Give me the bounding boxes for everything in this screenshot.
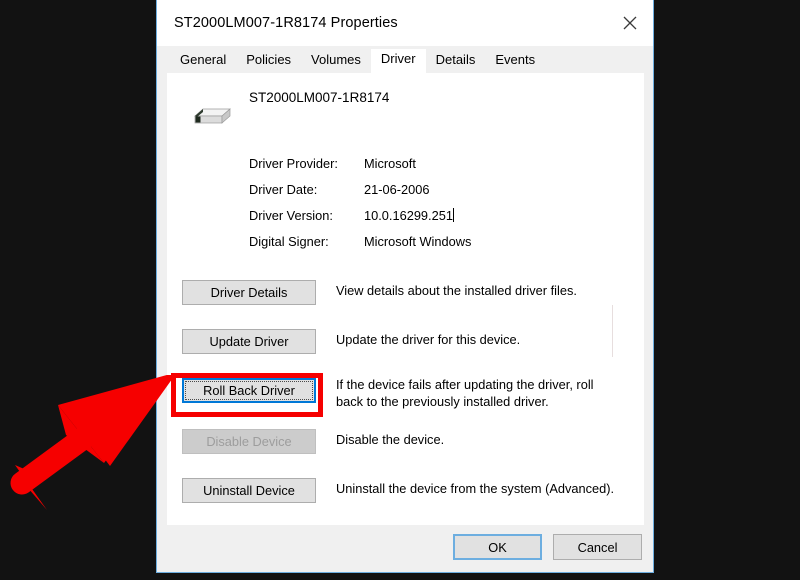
digital-signer-label: Digital Signer: (249, 233, 329, 249)
driver-info-table: Driver Provider: Microsoft Driver Date: … (249, 150, 609, 254)
screenshot-root: ST2000LM007-1R8174 Properties General Po… (0, 0, 800, 580)
tab-policies[interactable]: Policies (236, 48, 301, 73)
info-row-driver-date: Driver Date: 21-06-2006 (249, 176, 609, 202)
driver-date-label: Driver Date: (249, 181, 318, 197)
driver-tab-panel: ST2000LM007-1R8174 Driver Provider: Micr… (167, 73, 644, 525)
info-row-driver-version: Driver Version: 10.0.16299.251 (249, 202, 609, 228)
driver-date-value: 21-06-2006 (364, 181, 430, 197)
disk-drive-icon (194, 108, 231, 124)
uninstall-device-description: Uninstall the device from the system (Ad… (336, 481, 615, 496)
ok-button[interactable]: OK (453, 534, 542, 560)
update-driver-button[interactable]: Update Driver (182, 329, 316, 354)
device-name-label: ST2000LM007-1R8174 (249, 90, 390, 105)
text-caret (452, 208, 454, 222)
disable-device-button: Disable Device (182, 429, 316, 454)
driver-actions: Driver Details View details about the in… (167, 277, 644, 524)
driver-version-value: 10.0.16299.251 (364, 207, 453, 223)
action-row-driver-details: Driver Details View details about the in… (167, 277, 644, 326)
digital-signer-value: Microsoft Windows (364, 233, 472, 249)
roll-back-driver-description: If the device fails after updating the d… (336, 377, 594, 409)
window-title: ST2000LM007-1R8174 Properties (174, 15, 398, 31)
driver-provider-value: Microsoft (364, 155, 416, 171)
action-row-uninstall-device: Uninstall Device Uninstall the device fr… (167, 475, 644, 524)
device-header: ST2000LM007-1R8174 (167, 90, 644, 135)
roll-back-driver-label: Roll Back Driver (203, 383, 295, 398)
info-row-driver-provider: Driver Provider: Microsoft (249, 150, 609, 176)
annotation-arrow-icon (10, 375, 175, 510)
info-row-digital-signer: Digital Signer: Microsoft Windows (249, 228, 609, 254)
update-driver-description: Update the driver for this device. (336, 332, 521, 347)
driver-details-description: View details about the installed driver … (336, 283, 577, 298)
driver-version-label: Driver Version: (249, 207, 333, 223)
action-row-disable-device: Disable Device Disable the device. (167, 426, 644, 475)
tab-volumes[interactable]: Volumes (301, 48, 371, 73)
driver-details-button[interactable]: Driver Details (182, 280, 316, 305)
close-icon[interactable] (607, 0, 653, 46)
panel-divider (612, 305, 613, 357)
roll-back-driver-button[interactable]: Roll Back Driver (182, 378, 316, 403)
tab-events[interactable]: Events (485, 48, 545, 73)
device-properties-dialog: ST2000LM007-1R8174 Properties General Po… (156, 0, 654, 573)
uninstall-device-button[interactable]: Uninstall Device (182, 478, 316, 503)
dialog-footer: OK Cancel (157, 525, 653, 572)
action-row-update-driver: Update Driver Update the driver for this… (167, 326, 644, 375)
tab-general[interactable]: General (170, 48, 236, 73)
cancel-button[interactable]: Cancel (553, 534, 642, 560)
tab-driver[interactable]: Driver (370, 49, 426, 74)
action-row-roll-back-driver: Roll Back Driver If the device fails aft… (167, 375, 644, 426)
driver-provider-label: Driver Provider: (249, 155, 338, 171)
disable-device-description: Disable the device. (336, 432, 445, 447)
title-bar: ST2000LM007-1R8174 Properties (157, 0, 653, 46)
tab-details[interactable]: Details (426, 48, 486, 73)
tab-strip: General Policies Volumes Driver Details … (157, 46, 653, 74)
close-glyph (623, 16, 637, 30)
